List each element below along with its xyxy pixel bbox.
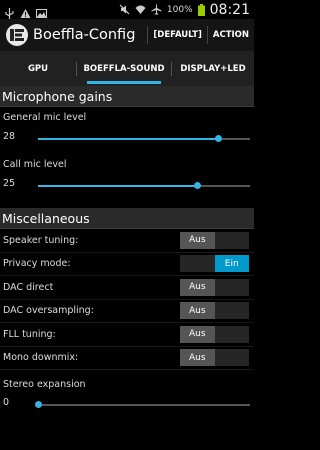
stereo-expansion-slider[interactable]: 0: [0, 394, 254, 414]
general-mic-level-slider[interactable]: 28: [0, 128, 254, 148]
slider-track[interactable]: [35, 401, 250, 408]
general-mic-level-value: 28: [3, 131, 16, 142]
toggle-on-label: [214, 349, 249, 367]
toggle-on-label: Ein: [214, 255, 249, 273]
toggle-on-label: [214, 325, 249, 343]
mono-downmix-toggle[interactable]: Aus: [180, 349, 249, 367]
slider-thumb[interactable]: [194, 182, 201, 189]
tab-display-led[interactable]: DISPLAY+LED: [172, 51, 254, 86]
general-mic-level-label: General mic level: [3, 112, 87, 123]
toggle-off-label: Aus: [180, 231, 215, 249]
section-header-microphone: Microphone gains: [0, 86, 254, 107]
toggle-on-label: [214, 278, 249, 296]
tab-bar: GPU BOEFFLA-SOUND DISPLAY+LED: [0, 51, 254, 86]
default-button[interactable]: [DEFAULT]: [148, 19, 207, 51]
tab-gpu[interactable]: GPU: [0, 51, 76, 86]
call-mic-level-label: Call mic level: [3, 159, 67, 170]
airplane-icon: [151, 4, 162, 15]
dac-direct-row: DAC direct Aus: [0, 276, 254, 300]
system-icons: 100% 08:21: [119, 2, 250, 18]
slider-thumb[interactable]: [215, 135, 223, 142]
stereo-expansion-label: Stereo expansion: [3, 379, 86, 390]
toggle-off-label: Aus: [180, 278, 215, 296]
call-mic-level-slider[interactable]: 25: [0, 175, 254, 195]
action-bar-actions: [DEFAULT] ACTION: [147, 19, 254, 51]
settings-list[interactable]: Microphone gains General mic level 28 Ca…: [0, 86, 254, 450]
tab-boeffla-sound[interactable]: BOEFFLA-SOUND: [77, 51, 171, 86]
privacy-mode-row: Privacy mode: Ein: [0, 253, 254, 276]
action-bar: Boeffla-Config [DEFAULT] ACTION: [0, 19, 254, 51]
slider-track[interactable]: [38, 182, 250, 189]
status-bar: 100% 08:21: [0, 0, 254, 19]
stereo-expansion-value: 0: [3, 397, 10, 408]
speaker-tuning-toggle[interactable]: Aus: [180, 231, 249, 249]
slider-thumb[interactable]: [35, 401, 42, 408]
clock: 08:21: [209, 1, 250, 18]
dac-oversampling-row: DAC oversampling: Aus: [0, 300, 254, 323]
toggle-off-label: Aus: [180, 302, 215, 320]
toggle-off-label: Aus: [180, 325, 215, 343]
fll-tuning-toggle[interactable]: Aus: [180, 325, 249, 343]
battery-percent: 100%: [166, 4, 193, 15]
slider-track[interactable]: [38, 135, 250, 142]
dac-direct-toggle[interactable]: Aus: [180, 278, 249, 296]
toggle-off-label: Aus: [180, 349, 215, 367]
mute-icon: [119, 4, 130, 15]
speaker-tuning-row: Speaker tuning: Aus: [0, 229, 254, 253]
slider-fill: [38, 185, 197, 187]
fll-tuning-row: FLL tuning: Aus: [0, 323, 254, 347]
section-header-miscellaneous: Miscellaneous: [0, 208, 254, 229]
slider-fill: [38, 138, 219, 140]
wifi-icon: [135, 4, 146, 15]
usb-icon: [4, 4, 15, 19]
toggle-on-label: [214, 231, 249, 249]
toggle-on-label: [214, 302, 249, 320]
app-logo-icon[interactable]: [6, 24, 28, 46]
toggle-off-label: [180, 255, 215, 273]
privacy-mode-toggle[interactable]: Ein: [180, 255, 249, 273]
app-title: Boeffla-Config: [33, 27, 136, 43]
gallery-icon: [36, 4, 47, 18]
mono-downmix-row: Mono downmix: Aus: [0, 347, 254, 370]
notification-icons: [4, 4, 47, 19]
action-button[interactable]: ACTION: [208, 19, 254, 51]
toggle-list: Speaker tuning: Aus Privacy mode: Ein DA…: [0, 229, 254, 370]
call-mic-level-value: 25: [3, 178, 16, 189]
battery-icon: [197, 4, 205, 16]
warning-icon: [20, 4, 31, 18]
dac-oversampling-toggle[interactable]: Aus: [180, 302, 249, 320]
